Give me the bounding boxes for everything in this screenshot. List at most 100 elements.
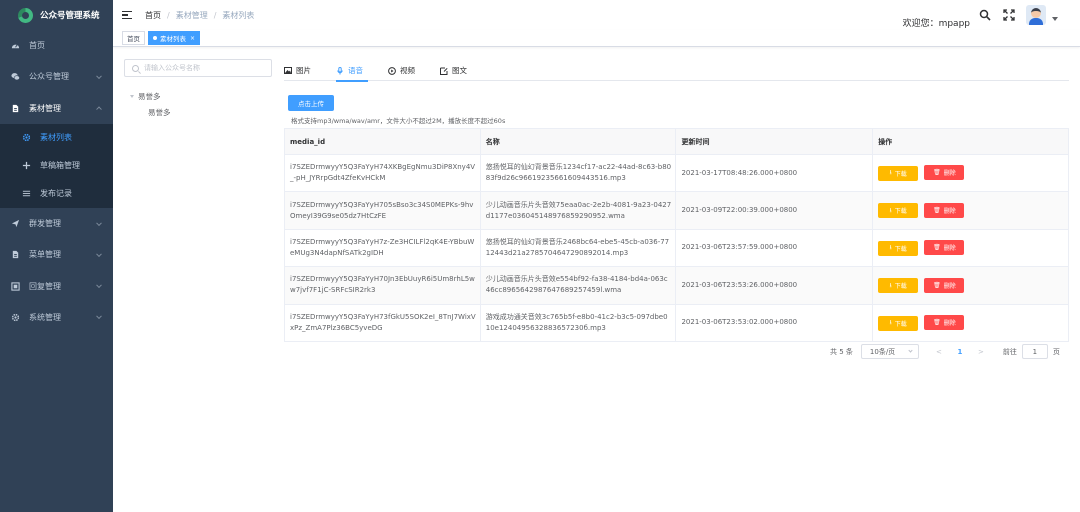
column-header-actions: 操作 <box>872 128 1069 155</box>
delete-button[interactable]: 🗑 删除 <box>924 240 965 256</box>
sidebar-item-label: 回复管理 <box>29 281 61 291</box>
download-icon: ⭳ <box>889 281 892 289</box>
download-button[interactable]: ⭳ 下载 <box>878 240 919 256</box>
fullscreen-icon[interactable] <box>1002 8 1016 22</box>
tab-video[interactable]: 视频 <box>388 60 420 81</box>
breadcrumb-item-current: 素材列表 <box>222 10 255 20</box>
tree-node-child[interactable]: 易誉多 <box>130 106 171 118</box>
download-icon: ⭳ <box>889 244 892 252</box>
search-icon[interactable] <box>978 8 992 22</box>
delete-button[interactable]: 🗑 删除 <box>924 315 965 330</box>
cell-update-time: 2021-03-06T23:53:02.000+0800 <box>675 303 874 342</box>
download-button[interactable]: ⭳ 下载 <box>878 203 919 219</box>
sidebar-item-home[interactable]: 首页 <box>0 30 113 61</box>
delete-button[interactable]: 🗑 删除 <box>924 165 965 181</box>
download-button[interactable]: ⭳ 下载 <box>878 278 919 294</box>
top-navbar: 首页 / 素材管理 / 素材列表 欢迎您：mpapp <box>113 0 1080 30</box>
gear-icon <box>22 133 31 142</box>
sidebar-item-label: 群发管理 <box>29 219 61 229</box>
cell-media-id: i7SZEDrmwyyY5Q3FaYyH7z-Ze3HCILFl2qK4E-YB… <box>284 228 481 268</box>
cell-update-time: 2021-03-06T23:53:26.000+0800 <box>675 266 874 305</box>
caret-down-icon[interactable] <box>1052 17 1058 21</box>
breadcrumb-separator: / <box>213 10 217 20</box>
prev-page-button[interactable]: < <box>929 348 949 356</box>
column-header-name: 名称 <box>479 128 677 155</box>
gear-icon <box>11 313 20 322</box>
cell-name: 少儿动画音乐片头音效75eaa0ac-2e2b-4081-9a23-0427d1… <box>479 191 677 230</box>
sidebar-item-accounts[interactable]: 公众号管理 <box>0 61 113 92</box>
goto-label: 前往 <box>1002 347 1017 356</box>
download-label: 下载 <box>894 208 907 216</box>
chevron-down-icon <box>96 313 102 320</box>
chevron-down-icon <box>96 73 102 79</box>
upload-button[interactable]: 点击上传 <box>288 95 334 111</box>
play-icon <box>388 66 396 75</box>
caret-down-icon[interactable] <box>130 94 134 98</box>
cell-update-time: 2021-03-06T23:57:59.000+0800 <box>675 228 874 268</box>
sidebar-item-label: 公众号管理 <box>29 72 69 82</box>
tab-image[interactable]: 图片 <box>284 60 316 81</box>
page-number-current[interactable]: 1 <box>949 348 971 356</box>
next-page-button[interactable]: > <box>971 348 991 356</box>
column-header-update-time: 更新时间 <box>675 128 874 155</box>
material-tabs: 图片 语音 视频 图文 <box>284 60 1069 82</box>
tree-node-root[interactable]: 易誉多 <box>130 90 171 102</box>
sidebar-item-publish-records[interactable]: 发布记录 <box>0 180 113 208</box>
sidebar-menu: 首页 公众号管理 素材管理 素材列表 草稿箱管理 发布记录 群发管理 菜单管理 … <box>0 30 113 333</box>
table-row: i7SZEDrmwyyY5Q3FaYyH73fGkU5SOK2eI_8TnJ7W… <box>284 303 1069 342</box>
sidebar-item-replies[interactable]: 回复管理 <box>0 270 113 301</box>
chevron-down-icon <box>96 251 102 257</box>
avatar[interactable] <box>1026 5 1046 25</box>
download-button[interactable]: ⭳ 下载 <box>878 315 919 331</box>
sidebar-item-material-list[interactable]: 素材列表 <box>0 124 113 152</box>
trash-icon: 🗑 <box>933 281 941 289</box>
delete-label: 删除 <box>943 282 956 290</box>
sidebar-submenu: 素材列表 草稿箱管理 发布记录 <box>0 123 113 208</box>
wechat-icon <box>11 72 20 81</box>
goto-page-input[interactable] <box>1021 344 1048 359</box>
navbar-right: 欢迎您：mpapp <box>903 0 1080 30</box>
tab-article[interactable]: 图文 <box>440 60 472 81</box>
hamburger-icon[interactable] <box>122 11 132 19</box>
breadcrumb-item-materials[interactable]: 素材管理 <box>176 10 208 21</box>
app-logo[interactable]: 公众号管理系统 <box>0 0 113 30</box>
chevron-down-icon <box>96 282 102 289</box>
download-icon: ⭳ <box>889 206 892 214</box>
breadcrumb-item-home[interactable]: 首页 <box>145 10 161 21</box>
trash-icon: 🗑 <box>933 319 941 326</box>
delete-button[interactable]: 🗑 删除 <box>924 277 965 293</box>
sidebar-item-label: 草稿箱管理 <box>40 161 80 171</box>
sidebar-item-system[interactable]: 系统管理 <box>0 302 113 333</box>
page-suffix: 页 <box>1052 347 1060 356</box>
download-button[interactable]: ⭳ 下载 <box>878 165 919 181</box>
page-size-select[interactable]: 10条/页 <box>860 344 919 359</box>
sidebar-item-label: 素材管理 <box>29 103 61 113</box>
sidebar-item-label: 菜单管理 <box>29 250 61 260</box>
sidebar-item-drafts[interactable]: 草稿箱管理 <box>0 152 113 180</box>
account-search-input[interactable] <box>144 64 264 72</box>
cell-actions: ⭳ 下载 🗑 删除 <box>872 228 1069 268</box>
tag-home[interactable]: 首页 <box>122 31 145 45</box>
tab-voice[interactable]: 语音 <box>336 60 368 82</box>
cell-actions: ⭳ 下载 🗑 删除 <box>872 191 1069 230</box>
sidebar-item-label: 首页 <box>29 41 45 51</box>
tags-view: 首页 素材列表 × <box>113 30 1080 47</box>
sidebar-item-label: 系统管理 <box>29 312 61 322</box>
sidebar-item-broadcast[interactable]: 群发管理 <box>0 208 113 239</box>
sidebar-item-label: 发布记录 <box>40 189 72 199</box>
download-icon: ⭳ <box>889 169 892 177</box>
breadcrumb-separator: / <box>167 10 170 20</box>
tab-label: 图文 <box>452 66 467 75</box>
tree-node-label: 易誉多 <box>148 107 171 117</box>
tag-material-list[interactable]: 素材列表 × <box>148 31 201 45</box>
sidebar-item-materials[interactable]: 素材管理 <box>0 93 113 124</box>
close-icon[interactable]: × <box>190 35 195 42</box>
delete-button[interactable]: 🗑 删除 <box>924 202 965 218</box>
upload-tip: 格式支持mp3/wma/wav/amr，文件大小不超过2M，播放长度不超过60s <box>291 117 506 125</box>
tag-label: 首页 <box>127 35 140 43</box>
sidebar-item-menus[interactable]: 菜单管理 <box>0 239 113 270</box>
table-header-row: media_id 名称 更新时间 操作 <box>284 128 1069 155</box>
account-search <box>124 59 272 77</box>
plus-icon <box>22 161 31 170</box>
table-row: i7SZEDrmwyyY5Q3FaYyH705sBso3c34S0MEPKs-9… <box>284 191 1069 230</box>
